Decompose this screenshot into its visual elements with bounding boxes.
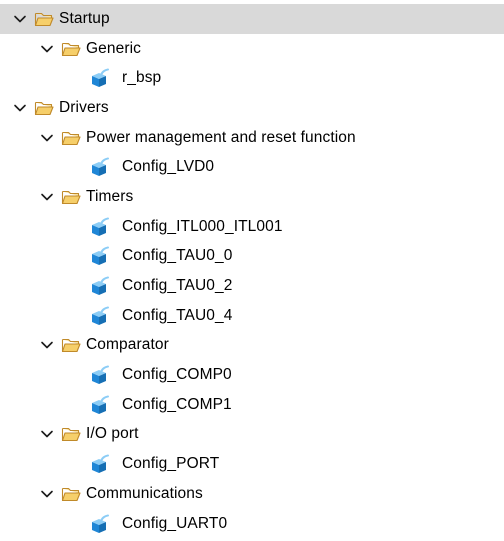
- component-cube-icon: [88, 453, 110, 475]
- tree-item-power-management[interactable]: Power management and reset function: [0, 123, 504, 153]
- tree-item-label: Power management and reset function: [86, 128, 356, 146]
- tree-item-config-port[interactable]: Config_PORT: [0, 449, 504, 479]
- chevron-down-icon[interactable]: [39, 189, 55, 205]
- folder-open-icon: [34, 99, 54, 117]
- tree-item-label: Config_UART0: [122, 514, 228, 532]
- tree-item-label: Config_COMP1: [122, 395, 232, 413]
- tree-item-config-comp1[interactable]: Config_COMP1: [0, 390, 504, 420]
- folder-open-icon: [61, 188, 81, 206]
- folder-open-icon: [61, 129, 81, 147]
- tree-item-label: r_bsp: [122, 69, 162, 87]
- tree-item-label: Drivers: [59, 98, 109, 116]
- folder-open-icon: [34, 10, 54, 28]
- tree-item-comparator[interactable]: Comparator: [0, 331, 504, 361]
- tree-item-config-itl000-itl001[interactable]: Config_ITL000_ITL001: [0, 212, 504, 242]
- tree-item-label: Timers: [86, 187, 134, 205]
- chevron-down-icon[interactable]: [12, 100, 28, 116]
- tree-item-config-comp0[interactable]: Config_COMP0: [0, 360, 504, 390]
- tree-item-io-port[interactable]: I/O port: [0, 420, 504, 450]
- component-cube-icon: [88, 394, 110, 416]
- chevron-down-icon[interactable]: [12, 11, 28, 27]
- tree-item-config-uart0[interactable]: Config_UART0: [0, 509, 504, 539]
- tree-item-config-tau0-2[interactable]: Config_TAU0_2: [0, 271, 504, 301]
- tree-item-label: Config_COMP0: [122, 366, 232, 384]
- component-cube-icon: [88, 216, 110, 238]
- chevron-down-icon[interactable]: [39, 486, 55, 502]
- component-cube-icon: [88, 156, 110, 178]
- folder-open-icon: [61, 485, 81, 503]
- chevron-down-icon[interactable]: [39, 337, 55, 353]
- component-cube-icon: [88, 513, 110, 535]
- component-cube-icon: [88, 305, 110, 327]
- tree-item-startup[interactable]: Startup: [0, 4, 504, 34]
- tree-item-label: Config_TAU0_2: [122, 277, 233, 295]
- component-cube-icon: [88, 67, 110, 89]
- tree-item-communications[interactable]: Communications: [0, 479, 504, 509]
- tree-item-label: Config_ITL000_ITL001: [122, 217, 283, 235]
- tree-item-label: Config_TAU0_4: [122, 306, 233, 324]
- tree-item-drivers[interactable]: Drivers: [0, 93, 504, 123]
- component-tree: Startup Generic r_bsp Drivers Power mana…: [0, 4, 504, 538]
- tree-item-config-tau0-4[interactable]: Config_TAU0_4: [0, 301, 504, 331]
- tree-item-config-tau0-0[interactable]: Config_TAU0_0: [0, 242, 504, 272]
- tree-item-config-lvd0[interactable]: Config_LVD0: [0, 152, 504, 182]
- tree-item-timers[interactable]: Timers: [0, 182, 504, 212]
- folder-open-icon: [61, 40, 81, 58]
- tree-item-label: Comparator: [86, 336, 169, 354]
- tree-item-label: Config_LVD0: [122, 158, 215, 176]
- tree-item-label: Config_PORT: [122, 455, 220, 473]
- chevron-down-icon[interactable]: [39, 426, 55, 442]
- chevron-down-icon[interactable]: [39, 41, 55, 57]
- tree-item-label: Generic: [86, 39, 141, 57]
- tree-item-label: Communications: [86, 484, 203, 502]
- tree-item-label: I/O port: [86, 425, 139, 443]
- tree-item-label: Startup: [59, 9, 110, 27]
- folder-open-icon: [61, 336, 81, 354]
- folder-open-icon: [61, 425, 81, 443]
- tree-item-label: Config_TAU0_0: [122, 247, 233, 265]
- tree-item-generic[interactable]: Generic: [0, 34, 504, 64]
- component-cube-icon: [88, 275, 110, 297]
- component-cube-icon: [88, 364, 110, 386]
- tree-item-r-bsp[interactable]: r_bsp: [0, 63, 504, 93]
- component-cube-icon: [88, 245, 110, 267]
- chevron-down-icon[interactable]: [39, 130, 55, 146]
